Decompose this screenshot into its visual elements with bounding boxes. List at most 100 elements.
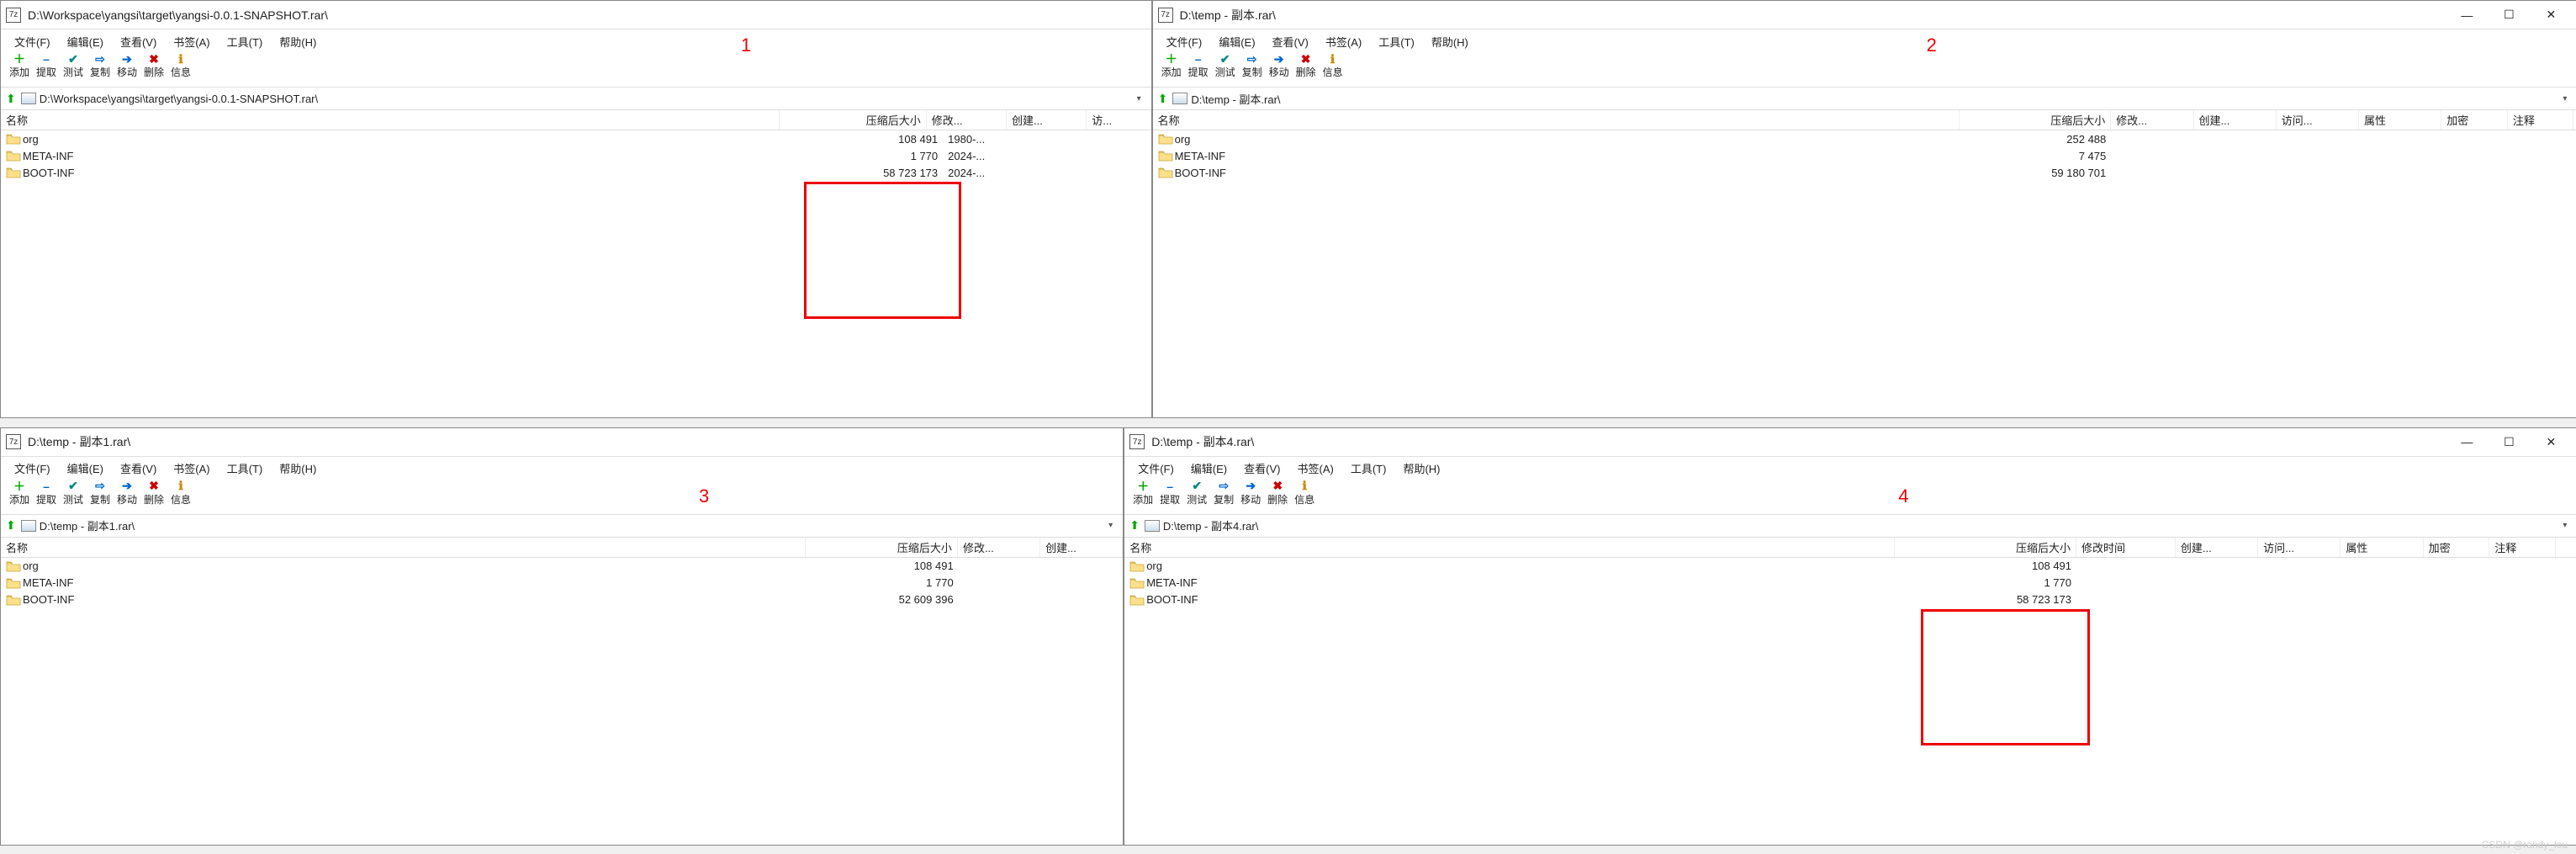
header-note[interactable]: 注释 [2508,110,2574,130]
titlebar[interactable]: 7zD:\temp - 副本1.rar\ [1,428,1123,457]
toolbtn-extract[interactable]: –提取 [1185,53,1212,79]
header-name[interactable]: 名称 [1,110,780,130]
header-access[interactable]: 访问... [2258,538,2341,557]
header-note[interactable]: 注释 [2489,538,2556,557]
menu-tools[interactable]: 工具(T) [219,34,272,50]
menu-file[interactable]: 文件(F) [1158,34,1211,50]
toolbtn-info[interactable]: ℹ信息 [167,480,194,507]
menu-view[interactable]: 查看(V) [112,460,165,476]
header-mod[interactable]: 修改... [2111,110,2193,130]
toolbtn-copy[interactable]: ⇨复制 [87,480,114,507]
menu-view[interactable]: 查看(V) [1235,460,1288,476]
up-icon[interactable]: ⬆ [6,518,16,533]
path-text[interactable]: D:\temp - 副本1.rar\ [40,517,1103,533]
menu-file[interactable]: 文件(F) [1129,460,1182,476]
header-name[interactable]: 名称 [1153,110,1960,130]
header-mod[interactable]: 修改时间 [2076,538,2176,557]
chevron-down-icon[interactable]: ▾ [2557,521,2572,530]
menu-bookmark[interactable]: 书签(A) [1317,34,1370,50]
toolbtn-copy[interactable]: ⇨复制 [1210,480,1237,507]
header-access[interactable]: 访... [1087,110,1150,130]
header-mod[interactable]: 修改... [927,110,1007,130]
header-created[interactable]: 创建... [2176,538,2258,557]
header-mod[interactable]: 修改... [958,538,1040,557]
toolbtn-move[interactable]: ➔移动 [114,480,140,507]
close-button[interactable]: ✕ [2530,427,2572,456]
toolbtn-add[interactable]: ＋添加 [1129,480,1156,507]
chevron-down-icon[interactable]: ▾ [1132,94,1146,103]
toolbtn-test[interactable]: ✔测试 [60,480,87,507]
up-icon[interactable]: ⬆ [6,92,16,106]
header-attr[interactable]: 属性 [2359,110,2441,130]
header-attr[interactable]: 属性 [2341,538,2423,557]
up-icon[interactable]: ⬆ [1158,92,1168,106]
header-size[interactable]: 压缩后大小 [1895,538,2076,557]
toolbtn-move[interactable]: ➔移动 [1266,53,1293,79]
toolbtn-delete[interactable]: ✖删除 [140,480,167,507]
min-button[interactable]: — [2446,427,2488,456]
menu-tools[interactable]: 工具(T) [219,460,272,476]
menu-help[interactable]: 帮助(H) [1423,34,1477,50]
table-row[interactable]: META-INF1 770 [1,575,1123,591]
header-created[interactable]: 创建... [1007,110,1087,130]
toolbtn-test[interactable]: ✔测试 [1183,480,1210,507]
toolbtn-info[interactable]: ℹ信息 [1320,53,1346,79]
table-row[interactable]: META-INF1 7702024-... [1,147,1151,164]
header-created[interactable]: 创建... [1040,538,1123,557]
titlebar[interactable]: 7zD:\temp - 副本.rar\—☐✕ [1153,1,2576,29]
toolbtn-add[interactable]: ＋添加 [1158,53,1185,79]
toolbtn-test[interactable]: ✔测试 [60,53,87,79]
menu-tools[interactable]: 工具(T) [1342,460,1395,476]
chevron-down-icon[interactable]: ▾ [1103,521,1118,530]
titlebar[interactable]: 7zD:\Workspace\yangsi\target\yangsi-0.0.… [1,1,1151,29]
min-button[interactable]: — [2446,1,2488,29]
menu-bookmark[interactable]: 书签(A) [165,460,218,476]
header-access[interactable]: 访问... [2277,110,2359,130]
max-button[interactable]: ☐ [2488,427,2530,456]
menu-view[interactable]: 查看(V) [112,34,165,50]
path-text[interactable]: D:\Workspace\yangsi\target\yangsi-0.0.1-… [40,93,1132,105]
menu-edit[interactable]: 编辑(E) [59,34,112,50]
table-row[interactable]: BOOT-INF58 723 173 [1124,591,2576,608]
toolbtn-test[interactable]: ✔测试 [1212,53,1239,79]
table-row[interactable]: BOOT-INF58 723 1732024-... [1,164,1151,181]
table-row[interactable]: org252 488 [1153,130,2576,147]
table-row[interactable]: BOOT-INF52 609 396 [1,591,1123,608]
table-row[interactable]: org108 4911980-... [1,130,1151,147]
header-name[interactable]: 名称 [1124,538,1895,557]
toolbtn-delete[interactable]: ✖删除 [1293,53,1320,79]
header-size[interactable]: 压缩后大小 [1960,110,2112,130]
menu-tools[interactable]: 工具(T) [1370,34,1423,50]
toolbtn-copy[interactable]: ⇨复制 [87,53,114,79]
toolbtn-add[interactable]: ＋添加 [6,480,33,507]
table-row[interactable]: org108 491 [1,558,1123,575]
toolbtn-extract[interactable]: –提取 [1156,480,1183,507]
toolbtn-add[interactable]: ＋添加 [6,53,33,79]
header-enc[interactable]: 加密 [2441,110,2508,130]
toolbtn-extract[interactable]: –提取 [33,53,60,79]
header-created[interactable]: 创建... [2194,110,2277,130]
toolbtn-info[interactable]: ℹ信息 [167,53,194,79]
menu-help[interactable]: 帮助(H) [271,34,325,50]
table-row[interactable]: org108 491 [1124,558,2576,575]
menu-help[interactable]: 帮助(H) [271,460,325,476]
table-row[interactable]: META-INF1 770 [1124,575,2576,591]
menu-bookmark[interactable]: 书签(A) [1288,460,1341,476]
close-button[interactable]: ✕ [2530,1,2572,29]
table-row[interactable]: META-INF7 475 [1153,147,2576,164]
menu-file[interactable]: 文件(F) [6,34,59,50]
menu-edit[interactable]: 编辑(E) [1182,460,1235,476]
menu-bookmark[interactable]: 书签(A) [165,34,218,50]
header-size[interactable]: 压缩后大小 [780,110,927,130]
table-row[interactable]: BOOT-INF59 180 701 [1153,164,2576,181]
max-button[interactable]: ☐ [2488,1,2530,29]
toolbtn-extract[interactable]: –提取 [33,480,60,507]
menu-help[interactable]: 帮助(H) [1394,460,1448,476]
path-text[interactable]: D:\temp - 副本.rar\ [1191,91,2557,107]
header-size[interactable]: 压缩后大小 [806,538,958,557]
menu-file[interactable]: 文件(F) [6,460,59,476]
chevron-down-icon[interactable]: ▾ [2557,94,2572,103]
menu-edit[interactable]: 编辑(E) [1210,34,1263,50]
header-enc[interactable]: 加密 [2424,538,2490,557]
toolbtn-move[interactable]: ➔移动 [1237,480,1264,507]
